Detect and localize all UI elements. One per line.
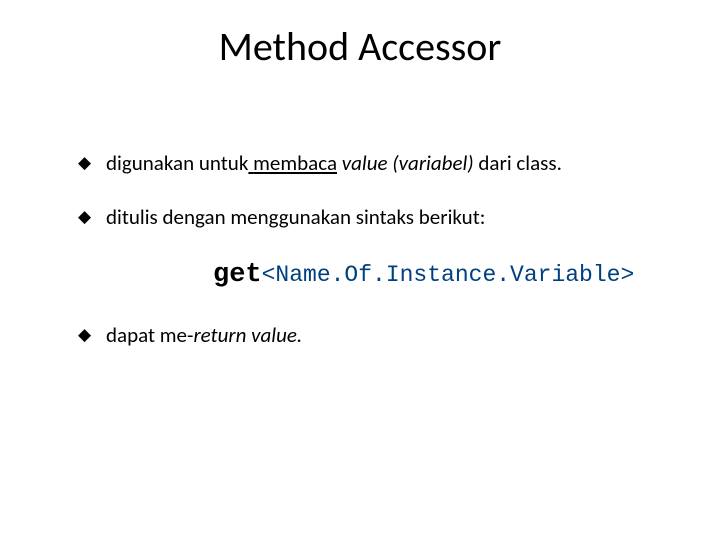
code-syntax: get<Name.Of.Instance.Variable> — [78, 259, 658, 293]
slide-title: Method Accessor — [0, 22, 720, 71]
bullet-1-text-pre: digunakan untuk — [106, 150, 248, 176]
code-placeholder: <Name.Of.Instance.Variable> — [262, 262, 635, 288]
bullet-1-underline-word: membaca — [253, 150, 337, 176]
bullet-1-italic: value (variabel) — [337, 150, 474, 176]
code-keyword-get: get — [213, 260, 262, 290]
slide: Method Accessor digunakan untuk membaca … — [0, 0, 720, 540]
bullet-2-text: ditulis dengan menggunakan sintaks berik… — [106, 204, 485, 230]
bullet-item-1: digunakan untuk membaca value (variabel)… — [78, 150, 658, 176]
bullet-item-3: dapat me-return value. — [78, 322, 658, 348]
bullet-item-2: ditulis dengan menggunakan sintaks berik… — [78, 204, 658, 230]
bullet-3-italic: return value. — [193, 322, 302, 348]
slide-body: digunakan untuk membaca value (variabel)… — [78, 150, 658, 377]
bullet-1-text-post: dari class. — [474, 150, 562, 176]
bullet-3-text-pre: dapat me- — [106, 322, 193, 348]
